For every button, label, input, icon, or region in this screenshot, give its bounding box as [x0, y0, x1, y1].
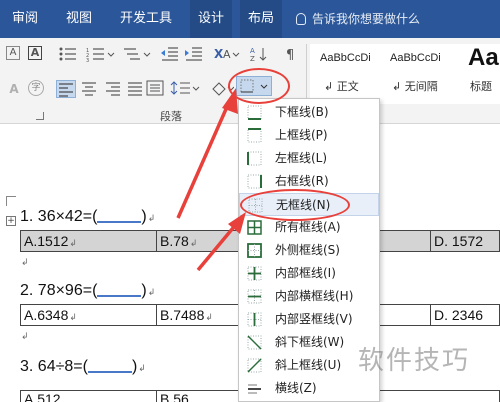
- arrow-to-no-border: [196, 220, 240, 272]
- watermark-text: 软件技巧: [358, 346, 471, 376]
- arrow-to-borders-button: [176, 99, 232, 219]
